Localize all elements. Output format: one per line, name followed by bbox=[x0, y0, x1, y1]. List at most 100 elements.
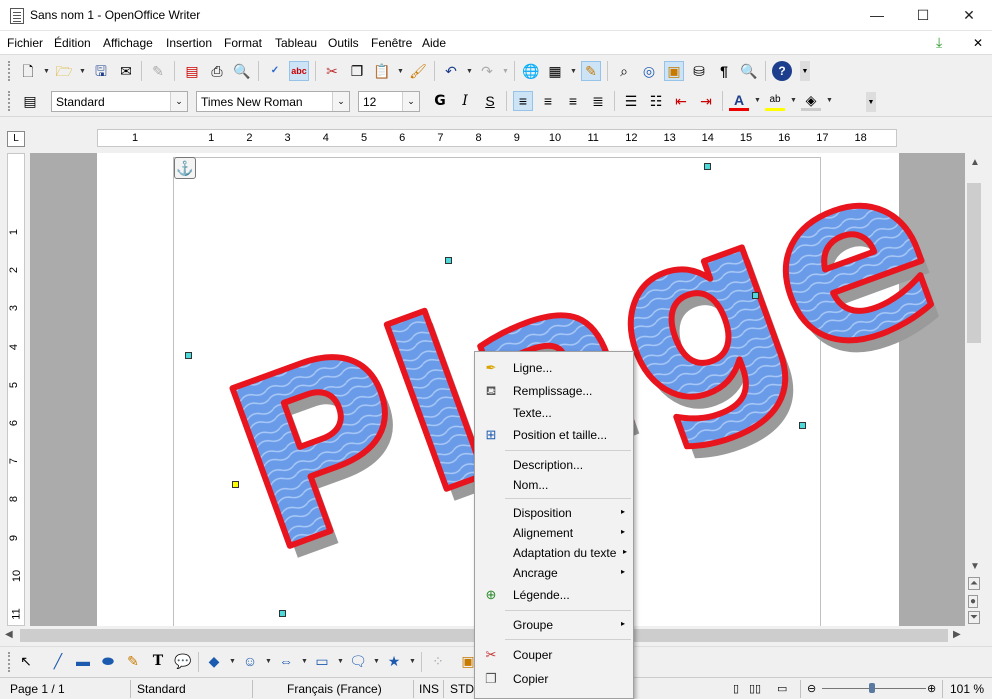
basic-shapes-icon[interactable]: ◆ bbox=[204, 651, 224, 671]
align-center-icon[interactable]: ≡ bbox=[538, 91, 558, 111]
selection-handle[interactable] bbox=[704, 163, 711, 170]
scroll-right-icon[interactable]: ▶ bbox=[953, 629, 961, 640]
horizontal-ruler[interactable]: 1 1 2 3 4 5 6 7 8 9 10 11 12 13 14 15 16 17 18 bbox=[97, 129, 897, 147]
vertical-ruler[interactable]: 123456789101112 bbox=[7, 153, 25, 626]
highlighting-icon[interactable]: ab bbox=[765, 91, 785, 111]
menu-item-ligne[interactable]: ✒ Ligne... bbox=[475, 357, 633, 379]
save-icon[interactable]: 🖫 bbox=[91, 61, 111, 81]
chevron-down-icon[interactable]: ▼ bbox=[229, 658, 236, 665]
freeform-icon[interactable]: ✎ bbox=[123, 651, 143, 671]
callouts-icon[interactable]: 🗨 bbox=[348, 651, 368, 671]
menu-item-texte[interactable]: Texte... bbox=[475, 402, 633, 424]
export-pdf-icon[interactable]: ▤ bbox=[182, 61, 202, 81]
menu-item-groupe[interactable]: Groupe ▸ bbox=[475, 614, 633, 636]
decrease-indent-icon[interactable]: ⇤ bbox=[671, 91, 691, 111]
print-preview-icon[interactable]: 🔍 bbox=[232, 61, 252, 81]
copy-icon[interactable]: ❐ bbox=[347, 61, 367, 81]
menu-edition[interactable]: Édition bbox=[54, 36, 91, 50]
toolbar-grip[interactable] bbox=[8, 91, 11, 111]
email-icon[interactable]: ✉ bbox=[116, 61, 136, 81]
bullets-icon[interactable]: ☷ bbox=[646, 91, 666, 111]
zoom-icon[interactable]: 🔍 bbox=[739, 61, 759, 81]
menu-item-disposition[interactable]: Disposition ▸ bbox=[475, 502, 633, 524]
toolbar-overflow-icon[interactable]: ▼ bbox=[866, 92, 876, 112]
minimize-button[interactable]: — bbox=[854, 0, 900, 31]
menu-item-adaptation-texte[interactable]: Adaptation du texte ▸ bbox=[475, 542, 633, 564]
zoom-out-icon[interactable]: ⊖ bbox=[807, 682, 816, 695]
menu-format[interactable]: Format bbox=[224, 36, 262, 50]
select-arrow-icon[interactable]: ↖ bbox=[16, 651, 36, 671]
chevron-down-icon[interactable]: ▼ bbox=[79, 68, 86, 75]
background-color-icon[interactable]: ◈ bbox=[801, 91, 821, 111]
align-left-icon[interactable]: ≡ bbox=[513, 91, 533, 111]
scroll-up-icon[interactable]: ▲ bbox=[970, 157, 980, 168]
block-arrows-icon[interactable]: ⇔ bbox=[276, 651, 296, 671]
menu-item-copier[interactable]: ❐ Copier bbox=[475, 668, 633, 690]
symbol-shapes-icon[interactable]: ☺ bbox=[240, 651, 260, 671]
toolbar-overflow-icon[interactable]: ▼ bbox=[800, 61, 810, 81]
chevron-down-icon[interactable]: ▼ bbox=[826, 97, 833, 104]
chevron-down-icon[interactable]: ▼ bbox=[265, 658, 272, 665]
navigator-icon[interactable]: ◎ bbox=[639, 61, 659, 81]
chevron-down-icon[interactable]: ▼ bbox=[570, 68, 577, 75]
previous-page-icon[interactable]: ⏶ bbox=[968, 577, 980, 590]
menu-fichier[interactable]: Fichier bbox=[7, 36, 43, 50]
toolbar-grip[interactable] bbox=[8, 652, 11, 672]
chevron-down-icon[interactable]: ▼ bbox=[43, 68, 50, 75]
font-color-icon[interactable]: A bbox=[729, 91, 749, 111]
chevron-down-icon[interactable]: ▼ bbox=[790, 97, 797, 104]
toolbar-grip[interactable] bbox=[8, 61, 11, 81]
table-icon[interactable]: ▦ bbox=[545, 61, 565, 81]
autospellcheck-icon[interactable]: abc bbox=[289, 61, 309, 81]
selection-handle[interactable] bbox=[752, 292, 759, 299]
chevron-down-icon[interactable]: ▼ bbox=[466, 68, 473, 75]
selection-handle[interactable] bbox=[185, 352, 192, 359]
stars-icon[interactable]: ★ bbox=[384, 651, 404, 671]
language-indicator[interactable]: Français (France) bbox=[287, 682, 382, 696]
paragraph-style-combo[interactable]: Standard ⌄ bbox=[51, 91, 188, 112]
maximize-button[interactable]: ☐ bbox=[900, 0, 946, 31]
page-indicator[interactable]: Page 1 / 1 bbox=[10, 682, 65, 696]
multi-page-view-icon[interactable]: ▯▯ bbox=[749, 682, 761, 695]
zoom-slider-thumb[interactable] bbox=[869, 683, 875, 693]
text-icon[interactable]: T bbox=[148, 651, 168, 671]
numbering-icon[interactable]: ☰ bbox=[621, 91, 641, 111]
selection-handle[interactable] bbox=[279, 610, 286, 617]
increase-indent-icon[interactable]: ⇥ bbox=[696, 91, 716, 111]
chevron-down-icon[interactable]: ▼ bbox=[754, 97, 761, 104]
navigation-icon[interactable]: ● bbox=[968, 595, 979, 608]
zoom-in-icon[interactable]: ⊕ bbox=[927, 682, 936, 695]
chevron-down-icon[interactable]: ▼ bbox=[397, 68, 404, 75]
menu-item-ancrage[interactable]: Ancrage ▸ bbox=[475, 562, 633, 584]
menu-item-nom[interactable]: Nom... bbox=[475, 474, 633, 496]
menu-item-couper[interactable]: ✂ Couper bbox=[475, 644, 633, 666]
chevron-down-icon[interactable]: ▼ bbox=[373, 658, 380, 665]
tab-stop-selector[interactable]: L bbox=[7, 131, 25, 147]
paste-icon[interactable]: 📋 bbox=[372, 61, 392, 81]
chevron-down-icon[interactable]: ▼ bbox=[301, 658, 308, 665]
line-icon[interactable]: ╱ bbox=[48, 651, 68, 671]
selection-handle[interactable] bbox=[445, 257, 452, 264]
menu-insertion[interactable]: Insertion bbox=[166, 36, 212, 50]
page-style-indicator[interactable]: Standard bbox=[137, 682, 186, 696]
scroll-down-icon[interactable]: ▼ bbox=[970, 561, 980, 572]
update-download-icon[interactable]: ⤓ bbox=[936, 34, 942, 51]
print-icon[interactable]: ⎙ bbox=[207, 61, 227, 81]
menu-item-position-taille[interactable]: ⊞ Position et taille... bbox=[475, 424, 633, 446]
bold-button[interactable]: G bbox=[430, 91, 450, 111]
open-folder-icon[interactable]: 🗁 bbox=[54, 61, 74, 81]
callout-icon[interactable]: 💬 bbox=[173, 651, 193, 671]
chevron-down-icon[interactable]: ⌄ bbox=[402, 92, 419, 111]
vertical-scroll-thumb[interactable] bbox=[967, 183, 981, 343]
menu-tableau[interactable]: Tableau bbox=[275, 36, 317, 50]
help-icon[interactable]: ? bbox=[772, 61, 792, 81]
menu-outils[interactable]: Outils bbox=[328, 36, 359, 50]
flowchart-icon[interactable]: ▭ bbox=[312, 651, 332, 671]
hyperlink-icon[interactable]: 🌐 bbox=[521, 61, 541, 81]
menu-fenetre[interactable]: Fenêtre bbox=[371, 36, 412, 50]
chevron-down-icon[interactable]: ▼ bbox=[409, 658, 416, 665]
formatting-marks-icon[interactable]: ¶ bbox=[714, 61, 734, 81]
vertical-scrollbar[interactable]: ▲ ▼ ⏶ ● ⏷ bbox=[965, 153, 983, 626]
single-page-view-icon[interactable]: ▯ bbox=[733, 682, 739, 695]
clone-formatting-icon[interactable]: 🖌 bbox=[408, 61, 428, 81]
